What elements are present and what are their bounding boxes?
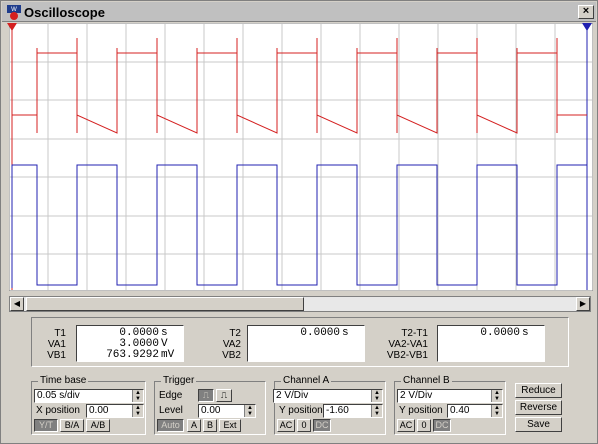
arrow-right-icon[interactable]: ▶ xyxy=(576,297,590,311)
channel-a-ypos-input[interactable]: -1.60 ▲ ▼ xyxy=(323,404,383,418)
title-bar[interactable]: W Oscilloscope × xyxy=(2,2,596,22)
spinner-icon[interactable]: ▲ ▼ xyxy=(371,390,382,402)
channel-a-title: Channel A xyxy=(281,375,332,386)
timebase-select[interactable]: 0.05 s/div ▲ ▼ xyxy=(34,389,144,403)
channel-a-zero-button[interactable]: 0 xyxy=(297,419,311,432)
vb2-vb1-label: VB2-VB1 xyxy=(386,350,428,361)
level-label: Level xyxy=(159,405,183,416)
reverse-button[interactable]: Reverse xyxy=(515,400,562,415)
t1-readout: 0.0000 s 3.0000 V 763.9292 mV xyxy=(76,325,184,362)
channel-b-dc-button[interactable]: DC xyxy=(433,419,451,432)
spinner-icon[interactable]: ▲ ▼ xyxy=(371,405,382,417)
spinner-icon[interactable]: ▲ ▼ xyxy=(491,390,502,402)
t2-t1-label: T2-T1 xyxy=(401,328,428,339)
oscilloscope-window: W Oscilloscope × ◀ ▶ T1 VA1 VB1 0.0000 s … xyxy=(0,0,598,444)
t2-label: T2 xyxy=(229,328,241,339)
spinner-icon[interactable]: ▲ ▼ xyxy=(132,405,143,417)
va1-label: VA1 xyxy=(47,339,66,350)
va2-label: VA2 xyxy=(222,339,241,350)
oscilloscope-icon: W xyxy=(7,5,21,20)
window-title: Oscilloscope xyxy=(24,5,105,20)
channel-b-scale-select[interactable]: 2 V/Div ▲ ▼ xyxy=(397,389,503,403)
channel-b-ac-button[interactable]: AC xyxy=(397,419,415,432)
channel-a-dc-button[interactable]: DC xyxy=(313,419,331,432)
spinner-icon[interactable]: ▲ ▼ xyxy=(132,390,143,402)
xposition-label: X position xyxy=(36,405,80,416)
rising-edge-icon[interactable]: ⎍ xyxy=(198,389,214,402)
arrow-left-icon[interactable]: ◀ xyxy=(10,297,24,311)
falling-edge-icon[interactable]: ⎍ xyxy=(216,389,232,402)
timebase-group: Time base 0.05 s/div ▲ ▼ X position 0.00 … xyxy=(31,375,146,435)
cursor-t1-marker[interactable] xyxy=(7,23,17,31)
close-icon[interactable]: × xyxy=(578,5,594,19)
yt-mode-button[interactable]: Y/T xyxy=(34,419,58,432)
cursor-t2-marker[interactable] xyxy=(582,23,592,31)
edge-label: Edge xyxy=(159,390,183,401)
channel-b-ypos-input[interactable]: 0.40 ▲ ▼ xyxy=(447,404,503,418)
trigger-title: Trigger xyxy=(161,375,197,386)
level-input[interactable]: 0.00 ▲ ▼ xyxy=(198,404,256,418)
scope-screen xyxy=(9,23,593,291)
measurement-panel: T1 VA1 VB1 0.0000 s 3.0000 V 763.9292 mV T2… xyxy=(31,317,569,367)
channel-b-ypos-label: Y position xyxy=(399,405,443,416)
trigger-group: Trigger Edge ⎍ ⎍ Level 0.00 ▲ ▼ Auto A B … xyxy=(154,375,266,435)
t1-label: T1 xyxy=(54,328,66,339)
scroll-thumb[interactable] xyxy=(26,297,304,311)
diff-readout: 0.0000 s xyxy=(437,325,545,362)
xposition-input[interactable]: 0.00 ▲ ▼ xyxy=(86,404,144,418)
trigger-ext-button[interactable]: Ext xyxy=(219,419,241,432)
timebase-value: 0.05 s/div xyxy=(37,390,80,401)
channel-a-group: Channel A 2 V/Div ▲ ▼ Y position -1.60 ▲ ▼… xyxy=(273,375,386,435)
trigger-a-button[interactable]: A xyxy=(187,419,201,432)
svg-text:W: W xyxy=(11,7,17,13)
channel-a-ypos-label: Y position xyxy=(279,405,323,416)
va2-va1-label: VA2-VA1 xyxy=(388,339,428,350)
reduce-button[interactable]: Reduce xyxy=(515,383,562,398)
trigger-auto-button[interactable]: Auto xyxy=(157,419,184,432)
t2-readout: 0.0000 s xyxy=(247,325,365,362)
ba-mode-button[interactable]: B/A xyxy=(60,419,84,432)
spinner-icon[interactable]: ▲ ▼ xyxy=(491,405,502,417)
vb1-label: VB1 xyxy=(47,350,66,361)
save-button[interactable]: Save xyxy=(515,417,562,432)
ab-mode-button[interactable]: A/B xyxy=(86,419,110,432)
channel-a-ac-button[interactable]: AC xyxy=(277,419,295,432)
channel-b-title: Channel B xyxy=(401,375,452,386)
timebase-title: Time base xyxy=(38,375,89,386)
spinner-icon[interactable]: ▲ ▼ xyxy=(244,405,255,417)
channel-b-group: Channel B 2 V/Div ▲ ▼ Y position 0.40 ▲ ▼ … xyxy=(394,375,506,435)
trigger-b-button[interactable]: B xyxy=(203,419,217,432)
channel-a-scale-select[interactable]: 2 V/Div ▲ ▼ xyxy=(273,389,383,403)
channel-b-zero-button[interactable]: 0 xyxy=(417,419,431,432)
horizontal-scrollbar[interactable]: ◀ ▶ xyxy=(9,296,591,312)
vb2-label: VB2 xyxy=(222,350,241,361)
